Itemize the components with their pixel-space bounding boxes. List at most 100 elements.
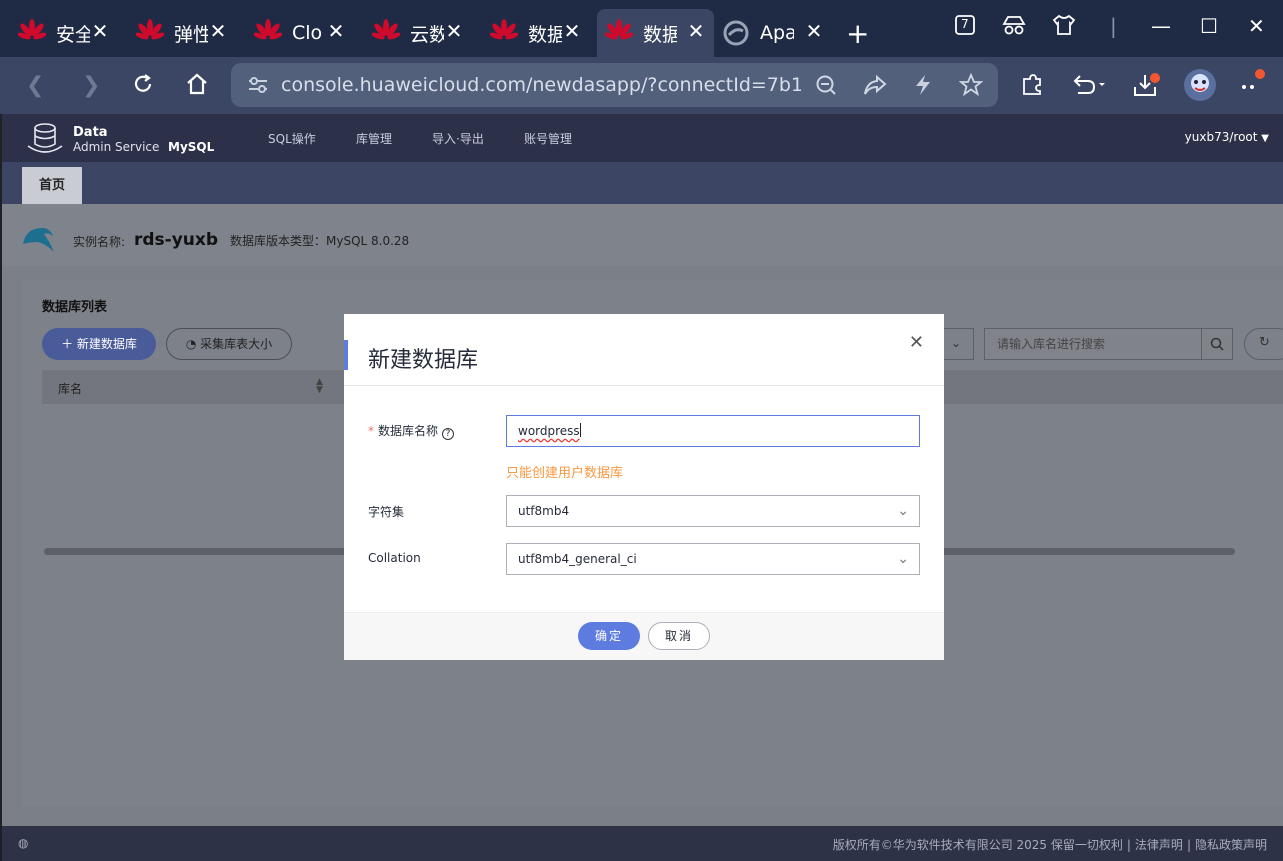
dialog-title: 新建数据库 xyxy=(368,348,479,373)
text-caret xyxy=(579,423,581,437)
minimize-icon[interactable]: — xyxy=(1151,14,1171,38)
huawei-logo-icon xyxy=(604,19,634,47)
zoom-out-icon[interactable] xyxy=(815,74,837,100)
nav-sql[interactable]: SQL操作 xyxy=(268,130,316,147)
skin-shirt-icon[interactable] xyxy=(1052,14,1078,40)
huawei-logo-icon xyxy=(135,19,165,47)
database-logo-icon xyxy=(26,122,64,160)
huawei-logo-icon xyxy=(253,19,283,47)
search-button[interactable] xyxy=(1201,328,1233,360)
download-icon[interactable] xyxy=(1133,73,1163,105)
confirm-button[interactable]: 确定 xyxy=(578,622,640,650)
help-icon[interactable]: ? xyxy=(442,428,455,440)
legal-link[interactable]: 法律声明 xyxy=(1135,838,1183,852)
tab-close-icon[interactable]: ✕ xyxy=(444,19,464,43)
huawei-logo-icon xyxy=(17,19,47,47)
tab-title: Clo xyxy=(292,22,323,44)
dialog-header: 新建数据库 ✕ xyxy=(344,314,944,386)
tab-count-icon[interactable]: 7 xyxy=(954,14,980,40)
user-name: yuxb73/root xyxy=(1184,130,1258,144)
bookmark-star-icon[interactable] xyxy=(958,72,984,101)
mysql-dolphin-icon xyxy=(20,222,56,258)
collation-select[interactable]: utf8mb4_general_ci ⌄ xyxy=(506,543,920,575)
user-menu[interactable]: yuxb73/root ▼ xyxy=(1185,130,1269,144)
tab-title: 数据 xyxy=(528,23,562,46)
share-icon[interactable] xyxy=(863,74,887,100)
avatar[interactable] xyxy=(1183,68,1217,108)
new-database-label: 新建数据库 xyxy=(76,337,137,351)
nav-import-export[interactable]: 导入·导出 xyxy=(432,130,484,147)
pie-chart-icon: ◔ xyxy=(185,337,201,351)
home-icon[interactable] xyxy=(185,73,209,101)
tab-count-badge: 7 xyxy=(961,17,969,31)
undo-icon[interactable] xyxy=(1070,73,1106,101)
tab-title: 弹性 xyxy=(174,23,208,46)
browser-tab-bar: 安全 ✕ 弹性 ✕ Clo ✕ 云数 ✕ 数据 ✕ 数据 ✕ Apa ✕ + 7… xyxy=(0,0,1283,57)
dialog-footer: 确定 取消 xyxy=(344,612,944,660)
window-close-icon[interactable]: ✕ xyxy=(1248,14,1265,38)
filter-select[interactable]: ⌄ xyxy=(942,328,974,360)
tab-close-icon[interactable]: ✕ xyxy=(208,19,228,43)
lightning-icon[interactable] xyxy=(913,74,933,100)
charset-value: utf8mb4 xyxy=(518,504,570,518)
more-menu-icon[interactable] xyxy=(1240,69,1270,99)
apache-logo-icon xyxy=(722,19,750,47)
collation-value: utf8mb4_general_ci xyxy=(518,552,637,566)
browser-tab[interactable]: 安全 ✕ xyxy=(0,9,118,57)
instance-name-label: 实例名称: xyxy=(73,235,126,249)
forward-icon[interactable]: ❯ xyxy=(82,73,100,98)
address-bar[interactable]: console.huaweicloud.com/newdasapp/?conne… xyxy=(231,63,998,107)
browser-tab[interactable]: Apa ✕ xyxy=(714,9,832,57)
privacy-link[interactable]: 隐私政策声明 xyxy=(1195,838,1267,852)
browser-tab[interactable]: Clo ✕ xyxy=(236,9,354,57)
search-icon xyxy=(1210,336,1224,355)
charset-select[interactable]: utf8mb4 ⌄ xyxy=(506,495,920,527)
tab-close-icon[interactable]: ✕ xyxy=(686,19,706,43)
tab-close-icon[interactable]: ✕ xyxy=(90,19,110,43)
tab-close-icon[interactable]: ✕ xyxy=(326,19,346,43)
db-list-title: 数据库列表 xyxy=(42,300,108,315)
refresh-button[interactable]: ↻ xyxy=(1244,328,1283,360)
tab-close-icon[interactable]: ✕ xyxy=(562,19,582,43)
nav-db-management[interactable]: 库管理 xyxy=(356,130,392,147)
sort-icon[interactable]: ▲ ▼ xyxy=(316,378,323,395)
extensions-icon[interactable] xyxy=(1020,73,1044,103)
site-settings-icon[interactable] xyxy=(247,75,269,99)
footer-links: 版权所有©华为软件技术有限公司 2025 保留一切权利 | 法律声明 | 隐私政策声明 xyxy=(832,838,1267,852)
logo-title: Data xyxy=(73,125,108,140)
browser-tab-active[interactable]: 数据 ✕ xyxy=(597,9,714,57)
engine-label: MySQL xyxy=(168,140,215,154)
browser-tab[interactable]: 弹性 ✕ xyxy=(118,9,236,57)
page-tab-strip: 首页 xyxy=(2,162,1283,204)
chevron-down-icon: ▼ xyxy=(1261,133,1269,144)
incognito-icon[interactable] xyxy=(1001,14,1027,40)
reload-icon[interactable] xyxy=(132,73,154,101)
db-name-label-text: 数据库名称 xyxy=(378,424,439,438)
collect-size-button[interactable]: ◔ 采集库表大小 xyxy=(166,328,292,360)
toolbar-divider: | xyxy=(1110,14,1117,38)
tab-title: Apa xyxy=(760,22,794,44)
back-icon[interactable]: ❮ xyxy=(26,73,44,98)
create-database-dialog: 新建数据库 ✕ * 数据库名称? wordpress 只能创建用户数据库 字符集 … xyxy=(344,314,944,660)
url-text: console.huaweicloud.com/newdasapp/?conne… xyxy=(281,74,801,96)
cancel-button[interactable]: 取消 xyxy=(648,622,710,650)
new-tab-icon[interactable]: + xyxy=(846,17,869,50)
close-icon[interactable]: ✕ xyxy=(909,332,924,353)
browser-tab[interactable]: 数据 ✕ xyxy=(472,9,590,57)
db-search-input[interactable]: 请输入库名进行搜索 xyxy=(984,328,1202,360)
chevron-down-icon: ⌄ xyxy=(951,336,962,350)
db-name-input[interactable]: wordpress xyxy=(506,415,920,447)
required-marker: * xyxy=(368,424,374,438)
title-accent-bar xyxy=(344,340,348,370)
globe-icon[interactable]: ◍ xyxy=(18,836,28,850)
tab-home[interactable]: 首页 xyxy=(22,167,82,204)
plus-icon: ＋ xyxy=(61,337,77,351)
tab-close-icon[interactable]: ✕ xyxy=(804,19,824,43)
new-database-button[interactable]: ＋ 新建数据库 xyxy=(42,328,156,360)
browser-toolbar: ❮ ❯ console.huaweicloud.com/newdasapp/?c… xyxy=(0,57,1283,114)
nav-account-management[interactable]: 账号管理 xyxy=(524,130,572,147)
db-version: 数据库版本类型：MySQL 8.0.28 xyxy=(230,234,410,248)
browser-tab[interactable]: 云数 ✕ xyxy=(354,9,472,57)
maximize-icon[interactable]: ☐ xyxy=(1200,14,1218,38)
refresh-icon: ↻ xyxy=(1259,335,1270,350)
